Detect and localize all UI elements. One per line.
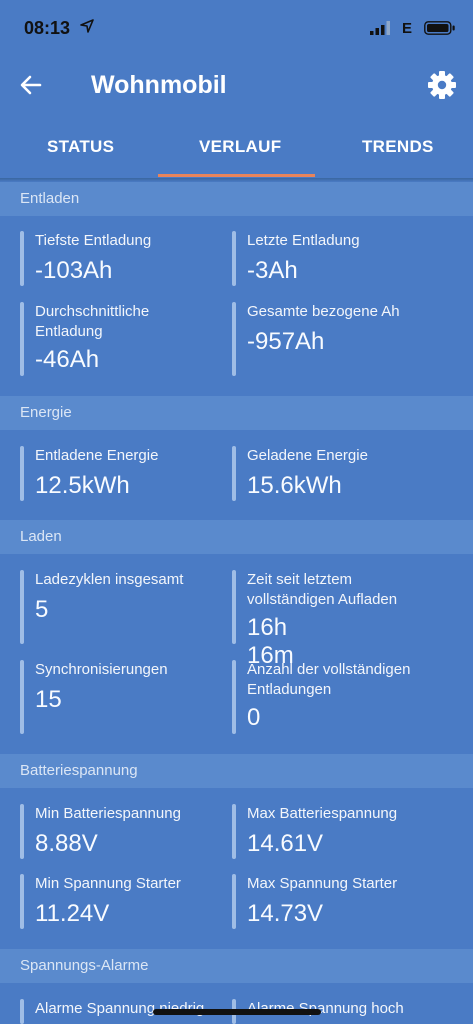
settings-gear-icon[interactable] (427, 70, 457, 100)
stat-accent-bar (20, 804, 24, 859)
stat-label: Synchronisierungen (35, 661, 168, 678)
section-header-energie: Energie (0, 396, 473, 430)
back-arrow-icon[interactable] (18, 72, 44, 98)
stat-value: 5 (35, 596, 49, 623)
stat-label: Ladezyklen insgesamt (35, 571, 184, 588)
stat-accent-bar (20, 570, 24, 644)
stat-label: Max Batteriespannung (247, 805, 398, 822)
section-title: Batteriespannung (20, 762, 138, 779)
stat-accent-bar (232, 660, 236, 734)
section-header-batteriespannung: Batteriespannung (0, 754, 473, 788)
stat-value: 14.61V (247, 830, 324, 857)
section-title: Entladen (20, 190, 80, 207)
stat-accent-bar (232, 231, 236, 286)
tab-bar: STATUS VERLAUF TRENDS (0, 118, 473, 178)
stat-accent-bar (20, 660, 24, 734)
stat-accent-bar (232, 446, 236, 501)
stat-accent-bar (20, 999, 24, 1024)
stat-value: 15.6kWh (247, 472, 342, 499)
stat-value: -3Ah (247, 257, 298, 284)
location-arrow-icon (80, 19, 94, 33)
stat-label: Letzte Entladung (247, 232, 360, 249)
stat-label: Zeit seit letztem vollständigen Aufladen (247, 571, 398, 608)
stat-accent-bar (232, 804, 236, 859)
stat-value: -103Ah (35, 257, 113, 284)
section-title: Spannungs-Alarme (20, 957, 149, 974)
stat-value: -46Ah (35, 346, 100, 373)
stat-value: 14.73V (247, 900, 324, 927)
section-title: Laden (20, 528, 62, 545)
page-title: Wohnmobil (91, 71, 227, 99)
app-bar: Wohnmobil (0, 58, 473, 118)
stat-accent-bar (20, 446, 24, 501)
tab-status[interactable]: STATUS (47, 137, 114, 157)
stat-value: -957Ah (247, 328, 325, 355)
status-bar: 08:13 E (0, 0, 473, 58)
status-time: 08:13 (24, 18, 71, 38)
battery-icon (424, 21, 455, 35)
stat-accent-bar (232, 302, 236, 376)
cellular-signal-icon (370, 21, 390, 35)
stat-label: Tiefste Entladung (35, 232, 152, 249)
stat-label: Geladene Energie (247, 447, 368, 464)
stat-label: Min Batteriespannung (35, 805, 181, 822)
stat-label: Anzahl der vollständigen Entladungen (247, 661, 411, 698)
section-title: Energie (20, 404, 72, 421)
section-header-laden: Laden (0, 520, 473, 554)
stat-value: 11.24V (35, 900, 110, 927)
stat-label: Min Spannung Starter (35, 875, 181, 892)
network-type: E (402, 20, 413, 37)
stat-accent-bar (232, 570, 236, 644)
stat-accent-bar (232, 874, 236, 929)
stat-value: 8.88V (35, 830, 98, 857)
stat-label: Entladene Energie (35, 447, 159, 464)
stat-accent-bar (20, 874, 24, 929)
stat-value: 15 (35, 686, 62, 713)
home-indicator[interactable] (153, 1009, 321, 1015)
stat-value: 12.5kWh (35, 472, 130, 499)
tab-verlauf[interactable]: VERLAUF (199, 137, 281, 157)
active-tab-indicator (158, 174, 315, 177)
stat-label: Max Spannung Starter (247, 875, 398, 892)
section-header-spannungs-alarme: Spannungs-Alarme (0, 949, 473, 983)
section-header-entladen: Entladen (0, 182, 473, 216)
stat-accent-bar (20, 302, 24, 376)
stat-label: Gesamte bezogene Ah (247, 303, 400, 320)
stat-label: Durchschnittliche Entladung (35, 303, 150, 340)
stat-accent-bar (20, 231, 24, 286)
stat-value: 0 (247, 704, 261, 731)
tab-trends[interactable]: TRENDS (362, 137, 434, 157)
